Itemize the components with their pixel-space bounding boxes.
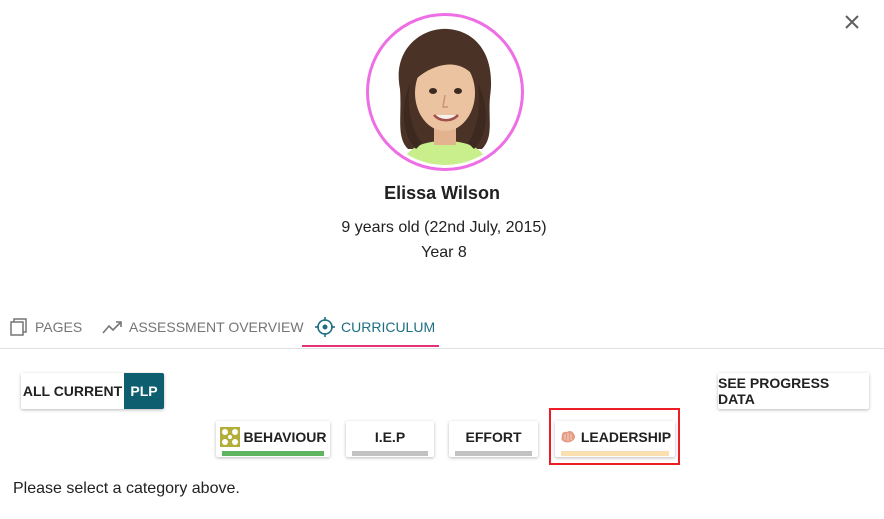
tab-pages[interactable]: PAGES	[9, 305, 82, 349]
active-tab-indicator	[302, 345, 439, 347]
brain-icon	[561, 430, 575, 442]
category-effort[interactable]: EFFORT	[449, 421, 538, 457]
view-toggle: ALL CURRENT PLP	[21, 373, 164, 409]
trending-up-icon	[102, 321, 122, 334]
category-iep-label: I.E.P	[374, 428, 406, 445]
tab-assessment-overview-label: ASSESSMENT OVERVIEW	[129, 319, 304, 335]
avatar	[372, 19, 518, 165]
avatar-ring	[366, 13, 524, 171]
see-progress-data-button[interactable]: SEE PROGRESS DATA	[718, 373, 869, 409]
category-behaviour[interactable]: BEHAVIOUR	[216, 421, 330, 457]
close-button[interactable]	[838, 8, 866, 36]
target-icon	[315, 317, 335, 337]
category-iep[interactable]: I.E.P	[346, 421, 434, 457]
tab-curriculum-label: CURRICULUM	[341, 319, 436, 335]
student-name: Elissa Wilson	[384, 183, 500, 203]
category-effort-bar	[455, 451, 532, 456]
category-iep-bar	[352, 451, 428, 456]
plp-button[interactable]: PLP	[124, 373, 164, 409]
tab-bar: PAGES ASSESSMENT OVERVIEW CURRICULUM	[0, 305, 884, 349]
student-year: Year 8	[421, 244, 467, 261]
category-leadership-bar	[561, 451, 669, 456]
category-effort-label: EFFORT	[465, 428, 522, 445]
close-icon	[845, 15, 859, 29]
category-behaviour-bar	[222, 451, 324, 456]
category-leadership-label: LEADERSHIP	[580, 428, 672, 445]
tab-assessment-overview[interactable]: ASSESSMENT OVERVIEW	[101, 305, 304, 349]
student-age: 9 years old (22nd July, 2015)	[341, 219, 547, 236]
all-current-button[interactable]: ALL CURRENT	[21, 373, 124, 409]
category-leadership[interactable]: LEADERSHIP	[555, 421, 675, 457]
category-prompt: Please select a category above.	[13, 480, 240, 497]
category-behaviour-label: BEHAVIOUR	[243, 428, 327, 445]
tab-curriculum[interactable]: CURRICULUM	[315, 305, 435, 349]
tab-pages-label: PAGES	[35, 319, 83, 335]
behaviour-icon	[219, 426, 240, 447]
pages-icon	[10, 318, 27, 336]
